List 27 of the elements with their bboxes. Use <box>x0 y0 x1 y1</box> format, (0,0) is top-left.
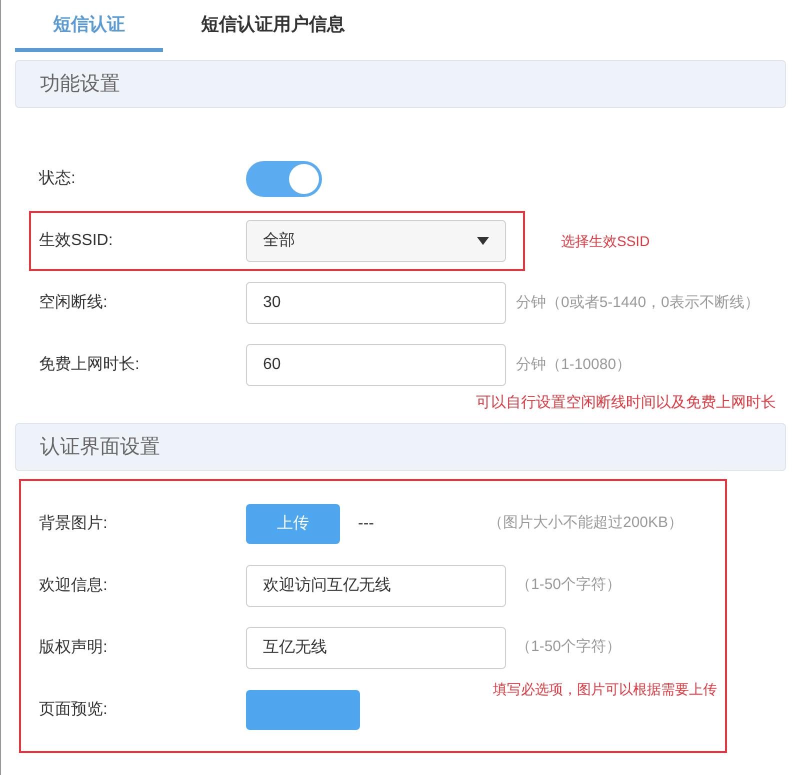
field-label: 状态: <box>39 168 76 189</box>
hint-text: 分钟（1-10080） <box>516 354 632 375</box>
annotation-text: 可以自行设置空闲断线时间以及免费上网时长 <box>476 393 776 413</box>
field-label: 空闲断线: <box>39 292 108 313</box>
tab[interactable]: 短信认证用户信息 <box>163 0 383 52</box>
input-field[interactable]: 互亿无线 <box>246 626 506 668</box>
annotation-text: 选择生效SSID <box>561 232 650 250</box>
annotation-text: 填写必选项，图片可以根据需要上传 <box>493 680 717 698</box>
toggle-switch[interactable] <box>246 161 322 197</box>
hint-text: （图片大小不能超过200KB） <box>488 513 684 534</box>
ssid-dropdown[interactable]: 全部 <box>246 220 506 262</box>
input-field[interactable]: 欢迎访问互亿无线 <box>246 564 506 606</box>
field-label: 版权声明: <box>39 638 108 658</box>
field-label: 免费上网时长: <box>39 354 140 375</box>
caret-icon <box>477 237 489 245</box>
hint-text: （1-50个字符） <box>516 575 622 596</box>
hint-text: （1-50个字符） <box>516 637 622 658</box>
section-header: 功能设置 <box>15 60 786 108</box>
field-label: 页面预览: <box>39 700 108 720</box>
input-field[interactable]: 60 <box>246 344 506 386</box>
hint-text: 分钟（0或者5-1440，0表示不断线） <box>516 292 760 313</box>
field-label: 生效SSID: <box>39 230 114 251</box>
section-header: 认证界面设置 <box>15 422 786 470</box>
input-field[interactable]: 30 <box>246 282 506 324</box>
file-name: --- <box>358 514 375 534</box>
field-label: 背景图片: <box>39 514 108 534</box>
field-label: 欢迎信息: <box>39 576 108 596</box>
